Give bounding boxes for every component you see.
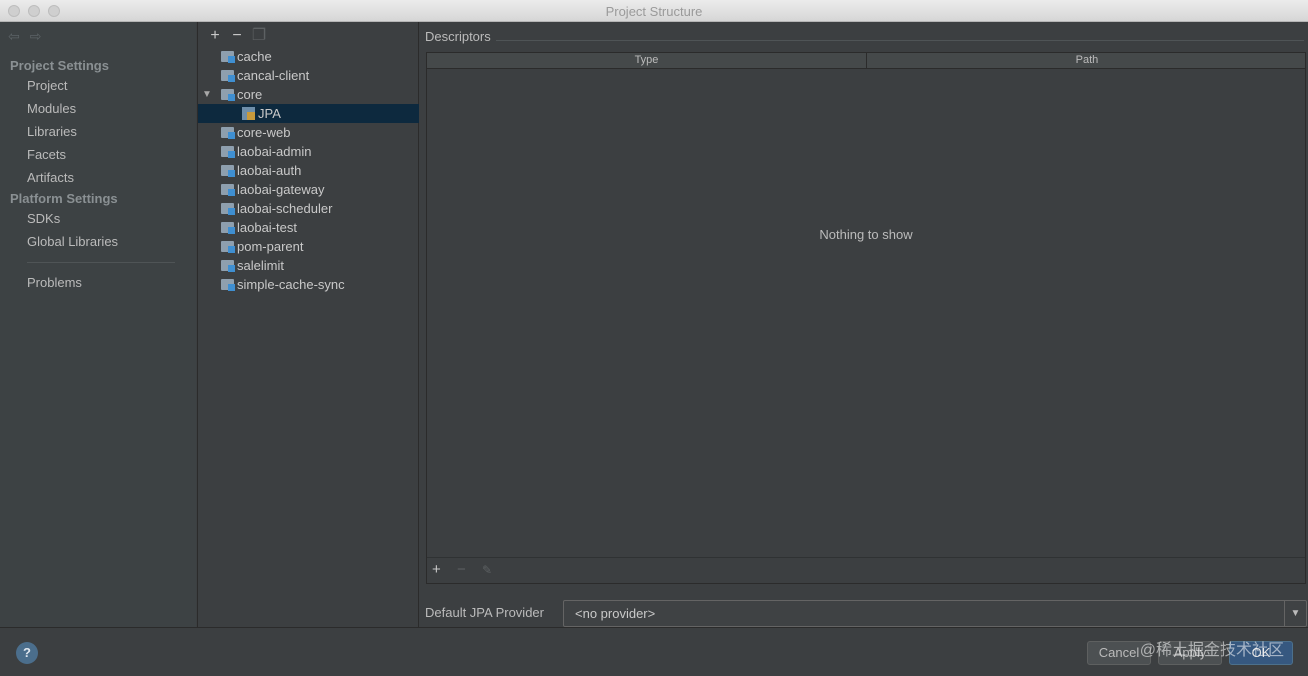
tree-item-label: laobai-gateway — [237, 182, 325, 197]
back-arrow-icon[interactable]: ⇦ — [8, 28, 20, 44]
module-folder-icon — [221, 203, 235, 215]
sidebar-item-artifacts[interactable]: Artifacts — [27, 170, 74, 185]
provider-select[interactable]: <no provider> ▼ — [563, 600, 1307, 627]
column-header-path[interactable]: Path — [867, 54, 1307, 66]
provider-label: Default JPA Provider — [425, 605, 544, 620]
tree-item-pom-parent[interactable]: pom-parent — [198, 237, 419, 256]
tree-toolbar: + − ❐ — [204, 25, 270, 45]
tree-item-salelimit[interactable]: salelimit — [198, 256, 419, 275]
tree-item-core[interactable]: ▼ core — [198, 85, 419, 104]
tree-item-label: core-web — [237, 125, 291, 140]
tree-item-label: laobai-scheduler — [237, 201, 333, 216]
copy-icon[interactable]: ❐ — [248, 25, 270, 45]
descriptors-divider — [496, 40, 1304, 41]
descriptors-label: Descriptors — [425, 29, 491, 44]
tree-item-core-web[interactable]: core-web — [198, 123, 419, 142]
remove-icon[interactable]: − — [226, 27, 248, 45]
module-folder-icon — [221, 241, 235, 253]
module-folder-icon — [221, 260, 235, 272]
dialog-footer: ? Cancel Apply OK @稀土掘金技术社区 — [0, 627, 1308, 676]
sidebar-item-modules[interactable]: Modules — [27, 101, 76, 116]
module-folder-icon — [221, 222, 235, 234]
title-bar: Project Structure — [0, 0, 1308, 22]
column-header-type[interactable]: Type — [427, 54, 866, 66]
expand-arrow-icon[interactable]: ▼ — [202, 85, 212, 104]
tree-item-label: simple-cache-sync — [237, 277, 345, 292]
tree-item-label: core — [237, 87, 263, 102]
tree-item-jpa[interactable]: JPA — [198, 104, 419, 123]
tree-item-label: laobai-auth — [237, 163, 302, 178]
tree-item-simple-cache-sync[interactable]: simple-cache-sync — [198, 275, 419, 294]
tree-item-label: salelimit — [237, 258, 284, 273]
sidebar-item-sdks[interactable]: SDKs — [27, 211, 60, 226]
module-folder-icon — [221, 89, 235, 101]
provider-value: <no provider> — [575, 606, 656, 621]
sidebar-item-libraries[interactable]: Libraries — [27, 124, 77, 139]
project-settings-header: Project Settings — [10, 58, 109, 73]
descriptors-toolbar: + − ✎ — [427, 557, 1305, 583]
module-folder-icon — [221, 184, 235, 196]
chevron-down-icon[interactable]: ▼ — [1284, 601, 1306, 626]
sidebar-divider — [27, 262, 175, 263]
platform-settings-header: Platform Settings — [10, 191, 118, 206]
tree-item-laobai-auth[interactable]: laobai-auth — [198, 161, 419, 180]
module-folder-icon — [221, 165, 235, 177]
sidebar-item-project[interactable]: Project — [27, 78, 67, 93]
remove-descriptor-icon[interactable]: − — [457, 561, 466, 578]
tree-item-laobai-admin[interactable]: laobai-admin — [198, 142, 419, 161]
settings-sidebar: ⇦ ⇨ Project Settings Project Modules Libr… — [0, 22, 196, 627]
module-folder-icon — [221, 51, 235, 63]
tree-item-label: laobai-admin — [237, 144, 312, 159]
tree-item-label: cancal-client — [237, 68, 310, 83]
module-folder-icon — [221, 127, 235, 139]
tree-item-laobai-gateway[interactable]: laobai-gateway — [198, 180, 419, 199]
tree-item-cache[interactable]: cache — [198, 47, 419, 66]
descriptors-table[interactable]: Type Path Nothing to show + − ✎ — [426, 52, 1306, 584]
forward-arrow-icon[interactable]: ⇨ — [30, 28, 42, 44]
tree-item-label: laobai-test — [237, 220, 297, 235]
tree-item-laobai-test[interactable]: laobai-test — [198, 218, 419, 237]
add-icon[interactable]: + — [204, 27, 226, 45]
tree-item-laobai-scheduler[interactable]: laobai-scheduler — [198, 199, 419, 218]
help-button[interactable]: ? — [16, 642, 38, 664]
table-header: Type Path — [427, 53, 1305, 69]
module-folder-icon — [221, 70, 235, 82]
empty-state-text: Nothing to show — [819, 227, 913, 242]
sidebar-item-problems[interactable]: Problems — [27, 275, 82, 290]
sidebar-item-facets[interactable]: Facets — [27, 147, 66, 162]
watermark: @稀土掘金技术社区 — [1139, 642, 1284, 659]
facet-details: Descriptors Type Path Nothing to show + … — [420, 22, 1308, 627]
module-folder-icon — [221, 279, 235, 291]
tree-item-label: cache — [237, 49, 272, 64]
window-title: Project Structure — [605, 4, 703, 19]
tree-item-label: pom-parent — [237, 239, 304, 254]
add-descriptor-icon[interactable]: + — [432, 561, 441, 578]
pencil-icon[interactable]: ✎ — [482, 563, 492, 577]
module-tree-panel: + − ❐ cache cancal-client ▼ core JPA core-web la… — [197, 22, 419, 627]
sidebar-item-global-libraries[interactable]: Global Libraries — [27, 234, 118, 249]
tree-item-cancal-client[interactable]: cancal-client — [198, 66, 419, 85]
module-folder-icon — [221, 146, 235, 158]
history-nav: ⇦ ⇨ — [8, 28, 51, 45]
jpa-facet-icon — [242, 107, 255, 120]
tree-item-label: JPA — [258, 106, 281, 121]
